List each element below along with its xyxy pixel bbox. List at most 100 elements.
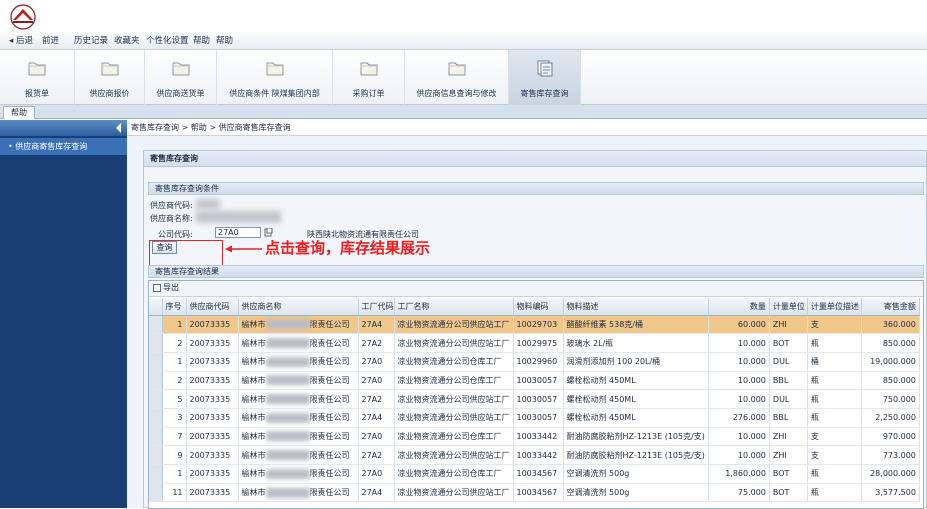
row-selector[interactable]	[149, 389, 163, 409]
menu-forward[interactable]: 前进	[42, 35, 59, 47]
table-header-row: 序号 供应商代码 供应商名称 工厂代码 工厂名称 物料编码 物料描述 数量 计量…	[149, 298, 920, 316]
cell-material-desc: 玻璃水 2L/瓶	[563, 333, 709, 353]
cell-quantity: 10.000	[708, 445, 770, 465]
row-selector[interactable]	[149, 483, 163, 503]
tool-consignment-stock[interactable]: 寄售库存查询	[509, 50, 581, 105]
row-selector[interactable]	[149, 371, 163, 391]
supplier-name-suffix: 限责任公司	[309, 450, 350, 460]
table-row[interactable]: 1 20073335 榆林市 限责任公司 27A4 凉业物资流通分公司供应站工厂 10029…	[149, 315, 920, 335]
cell-unit: BBL	[769, 371, 808, 391]
table-row[interactable]: 7 20073335 榆林市 限责任公司 27A0 凉业物资流通分公司仓库工厂 100334…	[149, 427, 920, 447]
header-unit-desc[interactable]: 计量单位描述	[807, 298, 862, 316]
cell-no: 9	[162, 445, 187, 465]
annotation-arrow-icon	[225, 245, 262, 253]
cell-supplier-name: 榆林市 限责任公司	[238, 333, 359, 353]
menu-history[interactable]: 历史记录	[74, 35, 108, 47]
cell-supplier-code: 20073335	[186, 352, 239, 372]
nav-header	[0, 120, 127, 136]
supplier-name-suffix: 限责任公司	[309, 338, 350, 348]
redacted-supplier-name	[265, 394, 310, 405]
cell-plant-name: 凉业物资流通分公司供应站工厂	[394, 445, 514, 465]
cell-unit-desc: 支	[807, 315, 862, 335]
company-code-field[interactable]: 27A0	[215, 227, 261, 238]
table-row[interactable]: 5 20073335 榆林市 限责任公司 27A2 凉业物资流通分公司供应站工厂 10030…	[149, 389, 920, 409]
folder-icon	[28, 62, 46, 76]
cell-supplier-name: 榆林市 限责任公司	[238, 408, 359, 428]
header-supplier-code[interactable]: 供应商代码	[186, 298, 239, 316]
menu-favorites[interactable]: 收藏夹	[114, 35, 140, 47]
supplier-name-suffix: 限责任公司	[309, 394, 350, 404]
redacted-supplier-code	[196, 199, 220, 209]
table-row[interactable]: 2 20073335 榆林市 限责任公司 27A2 凉业物资流通分公司供应站工厂 10029…	[149, 333, 920, 353]
row-selector[interactable]	[149, 427, 163, 447]
table-row[interactable]: 1 20073335 榆林市 限责任公司 27A0 凉业物资流通分公司仓库工厂 100345…	[149, 464, 920, 484]
header-amount[interactable]: 寄售金额	[861, 298, 920, 316]
supplier-name-prefix: 榆林市	[241, 338, 266, 348]
row-selector[interactable]	[149, 464, 163, 484]
cell-supplier-code: 20073335	[186, 483, 239, 503]
query-button[interactable]: 查询	[152, 241, 177, 254]
header-plant-code[interactable]: 工厂代码	[358, 298, 395, 316]
cell-unit: DUL	[769, 352, 808, 372]
tool-purchase-order[interactable]: 采购订单	[333, 50, 405, 105]
header-quantity[interactable]: 数量	[708, 298, 770, 316]
cell-amount: 750.000	[861, 389, 920, 409]
redacted-supplier-name	[265, 431, 310, 442]
supplier-name-prefix: 榆林市	[241, 394, 266, 404]
row-selector[interactable]	[149, 352, 163, 372]
redacted-supplier-name	[265, 338, 310, 349]
tab-help[interactable]: 帮助	[3, 106, 35, 119]
export-icon[interactable]	[153, 284, 161, 292]
cell-material-code: 10034567	[513, 464, 564, 484]
cell-no: 1	[162, 464, 187, 484]
header-material-desc[interactable]: 物料描述	[563, 298, 709, 316]
header-material-code[interactable]: 物料编码	[513, 298, 564, 316]
cell-unit-desc: 支	[807, 427, 862, 447]
tool-delivery-order[interactable]: 报货单	[0, 50, 75, 105]
export-button[interactable]: 导出	[163, 282, 179, 294]
row-selector[interactable]	[149, 315, 163, 335]
cell-material-code: 10033442	[513, 427, 564, 447]
table-row[interactable]: 3 20073335 榆林市 限责任公司 27A4 凉业物资流通分公司供应站工厂 10030…	[149, 408, 920, 428]
table-row[interactable]: 9 20073335 榆林市 限责任公司 27A2 凉业物资流通分公司供应站工厂 10033…	[149, 445, 920, 465]
menu-help-1[interactable]: 帮助	[193, 35, 210, 47]
tool-supplier-quote[interactable]: 供应商报价	[75, 50, 145, 105]
cell-unit: DUL	[769, 389, 808, 409]
menu-help-2[interactable]: 帮助	[216, 35, 233, 47]
table-row[interactable]: 2 20073335 榆林市 限责任公司 27A0 凉业物资流通分公司仓库工厂 100300…	[149, 371, 920, 391]
redacted-supplier-name	[196, 211, 281, 223]
cell-plant-code: 27A0	[358, 352, 395, 372]
row-selector[interactable]	[149, 408, 163, 428]
header-plant-name[interactable]: 工厂名称	[394, 298, 514, 316]
header-select[interactable]	[149, 298, 163, 316]
cell-amount: 360.000	[861, 315, 920, 335]
row-selector[interactable]	[149, 333, 163, 353]
header-unit[interactable]: 计量单位	[769, 298, 808, 316]
cell-amount: 970.000	[861, 427, 920, 447]
cell-quantity: 10.000	[708, 427, 770, 447]
cell-material-desc: 耐油防腐胶粘剂HZ-1213E (105克/支)	[563, 445, 709, 465]
table-row[interactable]: 11 20073335 榆林市 限责任公司 27A4 凉业物资流通分公司供应站工厂 1003…	[149, 483, 920, 503]
cell-plant-code: 27A2	[358, 333, 395, 353]
lookup-icon[interactable]	[264, 228, 273, 237]
nav-item-consignment-query[interactable]: • 供应商寄售库存查询	[0, 138, 127, 155]
cell-amount: 773.000	[861, 445, 920, 465]
cell-plant-code: 27A2	[358, 445, 395, 465]
menu-personalize[interactable]: 个性化设置	[146, 35, 189, 47]
supplier-code-label: 供应商代码:	[150, 201, 193, 210]
tool-supplier-delivery[interactable]: 供应商送货单	[145, 50, 217, 105]
tool-label: 采购订单	[352, 89, 385, 98]
table-row[interactable]: 1 20073335 榆林市 限责任公司 27A0 凉业物资流通分公司仓库工厂 100299…	[149, 352, 920, 372]
row-selector[interactable]	[149, 445, 163, 465]
tool-supplier-info[interactable]: 供应商信息查询与修改	[405, 50, 509, 105]
menu-back[interactable]: ◂ 后退	[9, 35, 33, 47]
supplier-name-prefix: 榆林市	[241, 413, 266, 423]
tool-supplier-terms[interactable]: 供应商条件 陕煤集团内部	[217, 50, 333, 105]
redacted-supplier-name	[265, 412, 310, 423]
collapse-arrow-icon[interactable]	[116, 123, 121, 133]
cell-unit: BOT	[769, 483, 808, 503]
header-no[interactable]: 序号	[162, 298, 187, 316]
cell-plant-name: 凉业物资流通分公司供应站工厂	[394, 483, 514, 503]
supplier-name-suffix: 限责任公司	[309, 488, 350, 498]
header-supplier-name[interactable]: 供应商名称	[238, 298, 359, 316]
